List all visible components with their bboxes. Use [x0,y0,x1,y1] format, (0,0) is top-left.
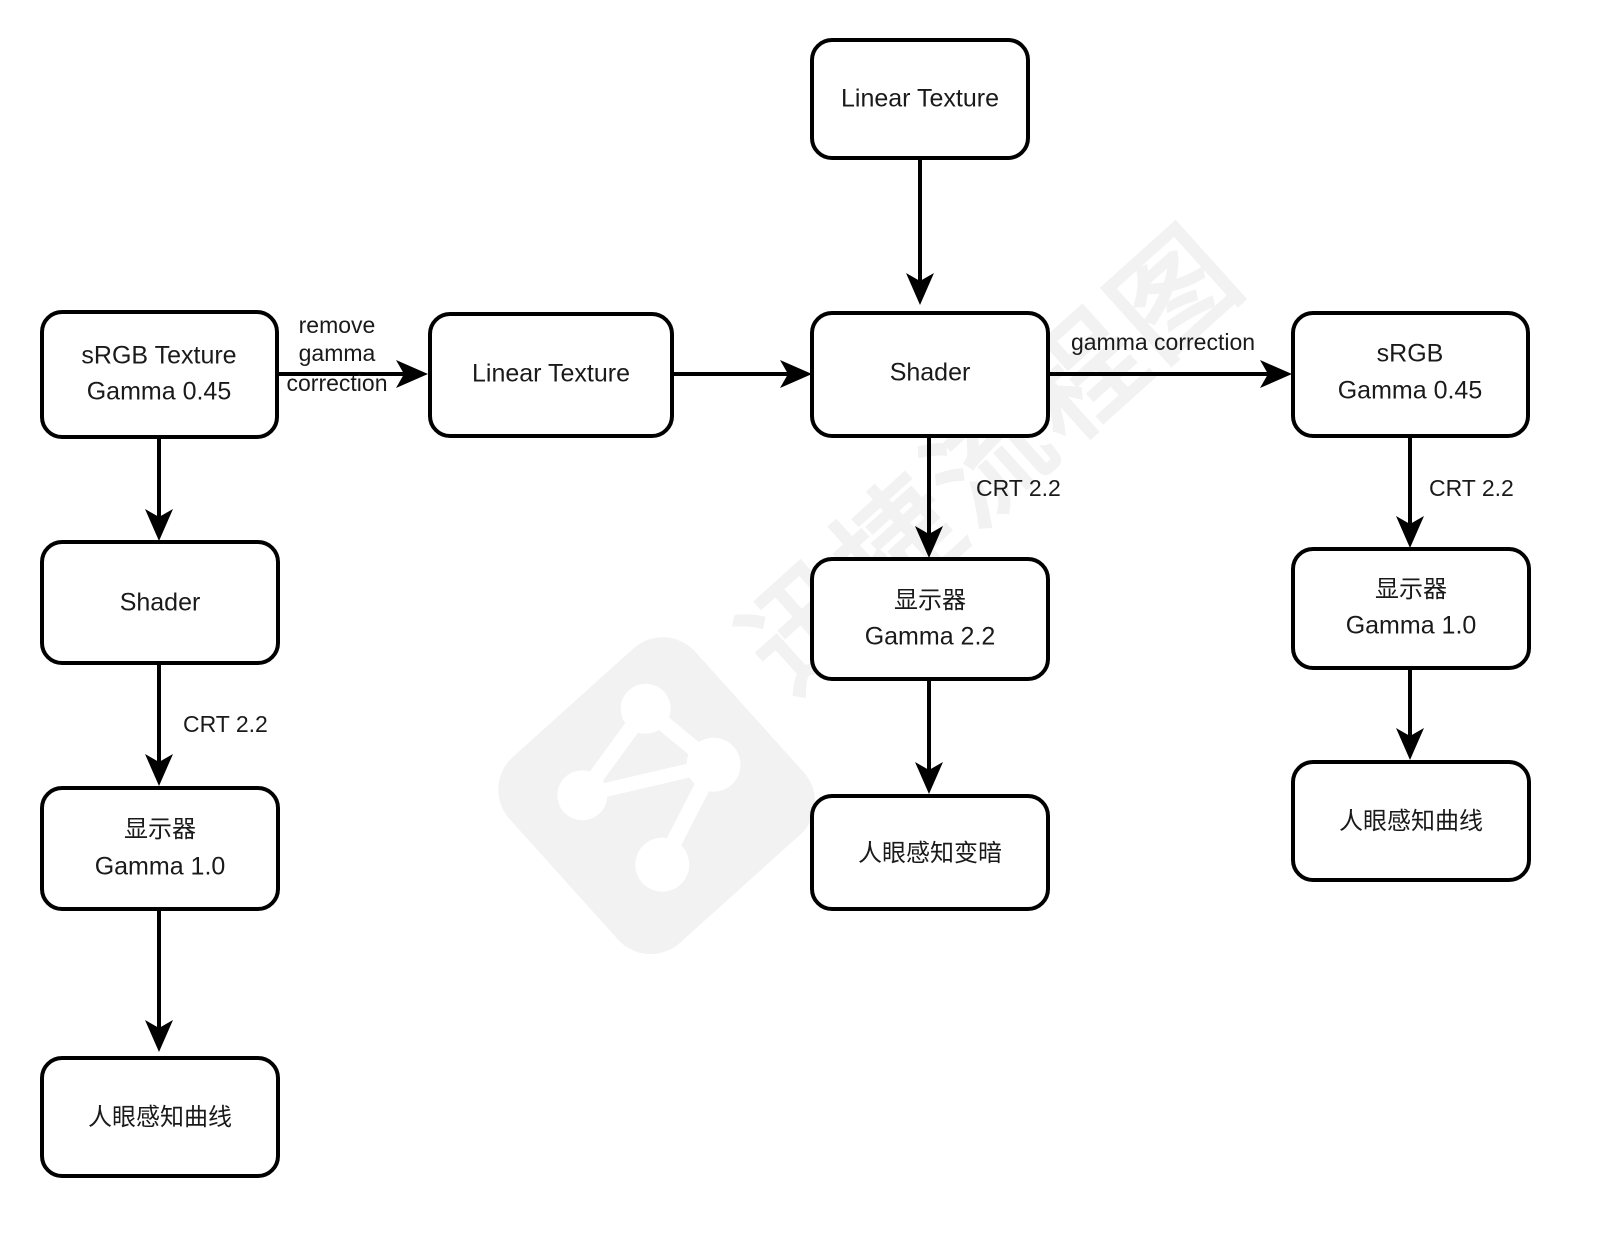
node-srgb-texture[interactable]: sRGB Texture Gamma 0.45 [40,310,279,439]
node-monitor-left[interactable]: 显示器 Gamma 1.0 [40,786,280,911]
node-monitor-center[interactable]: 显示器 Gamma 2.2 [810,557,1050,681]
edge-monitor-to-perception-left [145,909,173,1052]
edge-srgb-to-monitor-right [1396,436,1424,548]
node-perception-right[interactable]: 人眼感知曲线 [1291,760,1531,882]
node-box[interactable] [1291,311,1530,438]
node-top-linear-texture[interactable]: Linear Texture [810,38,1030,160]
edge-srgb-to-shader-left [145,437,173,541]
node-label-line1: Linear Texture [841,85,999,113]
node-label-line1: 显示器 [124,815,196,843]
node-perception-center[interactable]: 人眼感知变暗 [810,794,1050,911]
node-srgb-right[interactable]: sRGB Gamma 0.45 [1291,311,1530,438]
node-label-line1: Shader [890,359,971,387]
node-box[interactable] [1291,547,1531,670]
node-label-line1: 人眼感知曲线 [1339,807,1483,835]
node-label-line1: 人眼感知变暗 [858,839,1002,867]
edge-label-gamma: gamma [299,340,376,366]
node-label-line2: Gamma 0.45 [87,378,232,406]
edge-shader-to-monitor-left [145,663,173,786]
flowchart-canvas: 迅捷流程图 remove gamma correction gamma corr… [0,0,1604,1244]
edge-label-correction: correction [287,370,388,396]
edge-monitor-to-perception-right [1396,668,1424,760]
edge-monitor-to-perception-center [915,679,943,794]
edge-label-gamma-correction: gamma correction [1071,329,1255,355]
node-label-line2: Gamma 1.0 [95,853,226,881]
flowchart-svg: 迅捷流程图 remove gamma correction gamma corr… [40,38,1531,1178]
node-label-line2: Gamma 1.0 [1346,612,1477,640]
node-label-line1: sRGB [1377,340,1444,368]
node-label-line1: 显示器 [894,586,966,614]
node-shader-left[interactable]: Shader [40,540,280,665]
edge-label-remove: remove [299,312,376,338]
edge-label-crt-center: CRT 2.2 [976,475,1061,501]
node-label-line1: sRGB Texture [81,342,236,370]
node-label-line2: Gamma 0.45 [1338,377,1483,405]
node-label-line1: Linear Texture [472,360,630,388]
node-perception-left[interactable]: 人眼感知曲线 [40,1056,280,1178]
node-box[interactable] [810,557,1050,681]
node-mid-linear-texture[interactable]: Linear Texture [428,312,674,438]
node-shader-center[interactable]: Shader [810,311,1050,438]
edge-top-linear-to-shader [906,158,934,305]
node-label-line1: 人眼感知曲线 [88,1103,232,1131]
node-label-line1: 显示器 [1375,575,1447,603]
node-label-line1: Shader [120,589,201,617]
node-box[interactable] [40,786,280,911]
node-label-line2: Gamma 2.2 [865,623,996,651]
edge-label-crt-right: CRT 2.2 [1429,475,1514,501]
node-box[interactable] [40,310,279,439]
edge-linear-to-shader [672,360,812,388]
node-monitor-right[interactable]: 显示器 Gamma 1.0 [1291,547,1531,670]
edge-label-crt-left: CRT 2.2 [183,711,268,737]
